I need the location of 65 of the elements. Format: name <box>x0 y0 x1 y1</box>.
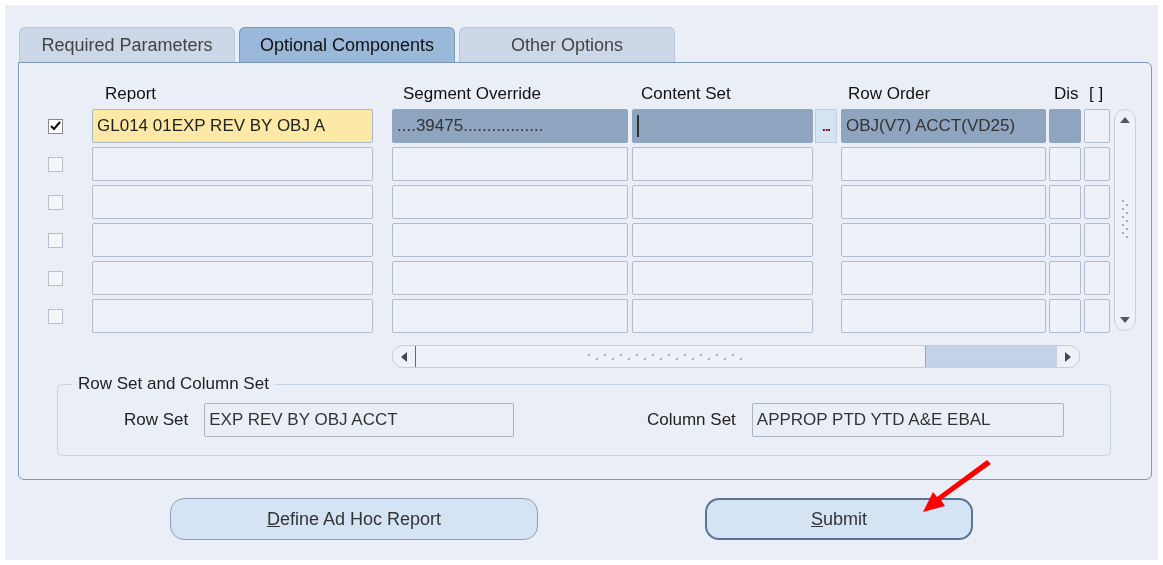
checkbox[interactable] <box>48 118 63 134</box>
input-field[interactable] <box>1049 185 1081 219</box>
up-arrow-icon[interactable] <box>1119 116 1131 125</box>
field-label: Column Set <box>647 410 736 430</box>
checkbox[interactable] <box>48 270 63 286</box>
vertical-scrollbar[interactable] <box>1114 109 1136 331</box>
tab[interactable]: Required Parameters <box>19 27 235 63</box>
column-header: Row Order <box>847 84 932 104</box>
input-field[interactable] <box>841 223 1046 257</box>
input-field[interactable]: ....39475................. <box>392 109 628 143</box>
input-field[interactable] <box>1084 223 1110 257</box>
checkbox[interactable] <box>48 156 63 172</box>
column-header: Segment Override <box>402 84 542 104</box>
input-field[interactable] <box>632 147 813 181</box>
left-arrow-icon[interactable] <box>400 350 408 363</box>
column-header: [ ] <box>1088 84 1104 104</box>
column-header: Dis <box>1053 84 1080 104</box>
input-field[interactable] <box>1084 185 1110 219</box>
input-field[interactable] <box>92 299 373 333</box>
list-button[interactable]: ... <box>815 109 837 143</box>
field-label: Row Set <box>124 410 189 430</box>
input-field[interactable] <box>392 299 628 333</box>
input-field[interactable] <box>1049 147 1081 181</box>
input-field[interactable] <box>841 147 1046 181</box>
checkbox[interactable] <box>48 232 63 248</box>
column-header: Content Set <box>640 84 732 104</box>
checkbox[interactable] <box>48 308 63 324</box>
tab[interactable]: Other Options <box>459 27 675 63</box>
read-only-field[interactable]: EXP REV BY OBJ ACCT <box>204 403 515 437</box>
input-field[interactable] <box>392 223 628 257</box>
checkbox[interactable] <box>48 194 63 210</box>
input-field[interactable] <box>392 185 628 219</box>
input-field[interactable] <box>841 261 1046 295</box>
input-field[interactable] <box>841 299 1046 333</box>
input-field[interactable] <box>1049 223 1081 257</box>
input-field[interactable] <box>92 261 373 295</box>
down-arrow-icon[interactable] <box>1119 315 1131 324</box>
input-field[interactable] <box>632 185 813 219</box>
input-field[interactable] <box>1049 109 1081 143</box>
input-field[interactable] <box>1049 299 1081 333</box>
read-only-field[interactable]: APPROP PTD YTD A&E EBAL <box>751 403 1064 437</box>
input-field[interactable] <box>1084 299 1110 333</box>
input-field[interactable] <box>1084 147 1110 181</box>
right-arrow-icon[interactable] <box>1064 350 1072 363</box>
input-field[interactable]: OBJ(V7) ACCT(VD25) <box>841 109 1046 143</box>
input-field[interactable] <box>392 147 628 181</box>
input-field[interactable] <box>632 223 813 257</box>
push-button[interactable]: Define Ad Hoc Report <box>170 498 538 540</box>
input-field[interactable] <box>632 299 813 333</box>
grip-icon <box>1120 200 1130 240</box>
push-button[interactable]: Submit <box>705 498 973 540</box>
input-field[interactable] <box>1049 261 1081 295</box>
input-field[interactable]: GL014 01EXP REV BY OBJ A <box>92 109 373 143</box>
column-header: Report <box>104 84 158 104</box>
input-field[interactable] <box>92 185 373 219</box>
input-field[interactable] <box>92 147 373 181</box>
input-field[interactable] <box>632 109 813 143</box>
input-field[interactable] <box>632 261 813 295</box>
input-field[interactable] <box>1084 261 1110 295</box>
input-field[interactable] <box>1084 109 1110 143</box>
input-field[interactable] <box>841 185 1046 219</box>
horizontal-scrollbar[interactable] <box>392 345 1080 368</box>
input-field[interactable] <box>92 223 373 257</box>
tab[interactable]: Optional Components <box>239 27 455 63</box>
input-field[interactable] <box>392 261 628 295</box>
